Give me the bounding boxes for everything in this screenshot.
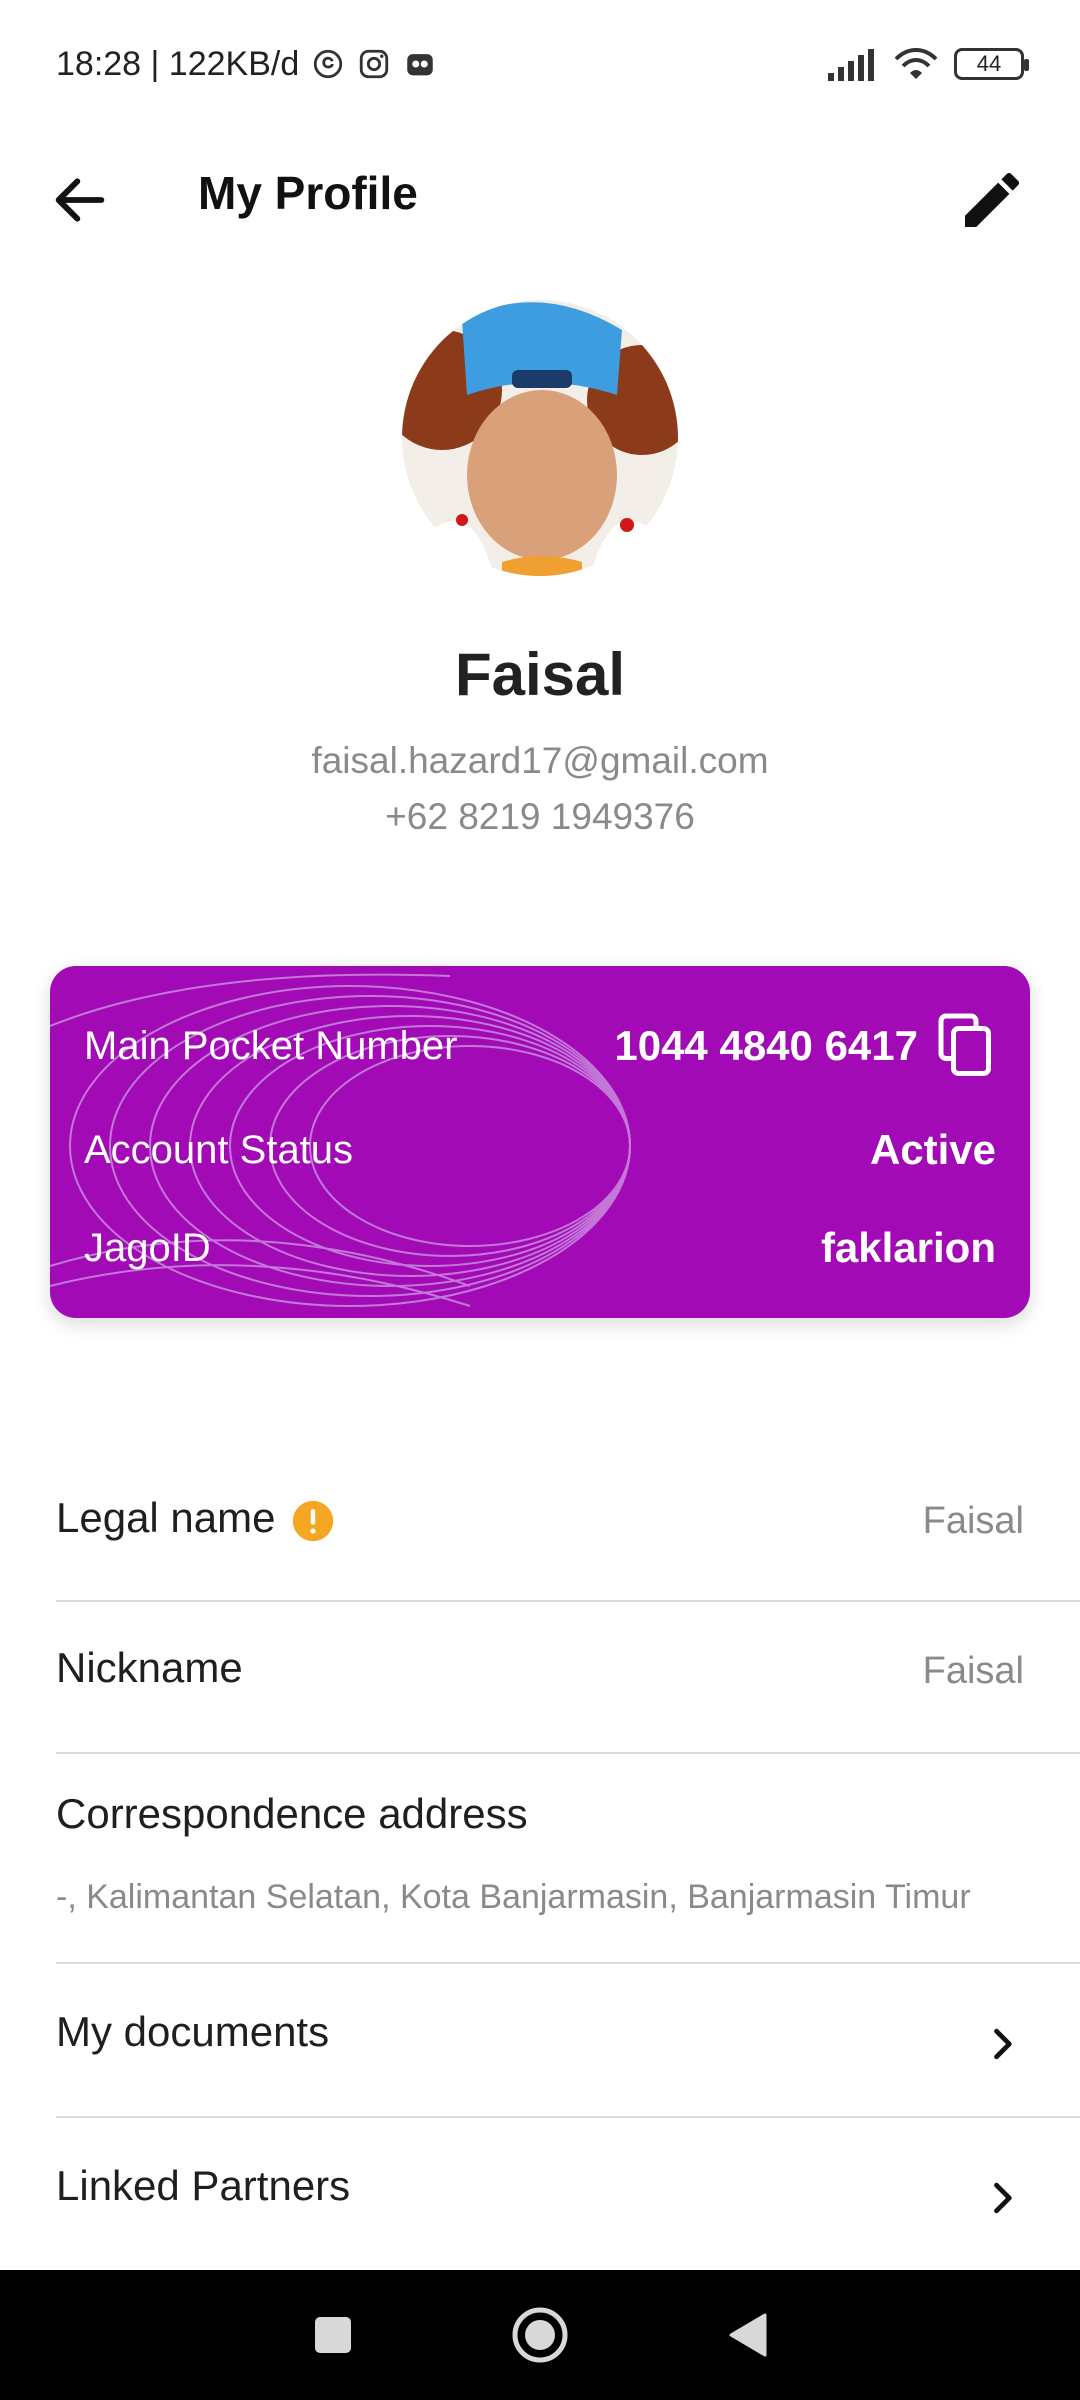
wifi-icon xyxy=(894,48,938,79)
chevron-right-icon xyxy=(994,2028,1012,2060)
legal-name-row[interactable]: Legal name Faisal xyxy=(56,1452,1080,1602)
battery-icon: 44 xyxy=(954,48,1029,80)
legal-name-label-wrap: Legal name xyxy=(56,1494,335,1543)
address-row[interactable]: Correspondence address -, Kalimantan Sel… xyxy=(56,1754,1080,1964)
home-button[interactable] xyxy=(510,2305,570,2365)
system-nav-bar xyxy=(0,2270,1080,2400)
instagram-icon xyxy=(360,49,389,79)
warning-icon[interactable] xyxy=(291,1499,335,1543)
linked-partners-row[interactable]: Linked Partners xyxy=(56,2118,1080,2270)
nickname-row[interactable]: Nickname Faisal xyxy=(56,1602,1080,1754)
address-label: Correspondence address xyxy=(56,1790,528,1837)
app-notification-icon xyxy=(407,54,433,76)
profile-name: Faisal xyxy=(454,641,626,708)
square-icon xyxy=(315,2317,352,2353)
profile-email: faisal.hazard17@gmail.com xyxy=(311,740,769,781)
account-status-label: Account Status xyxy=(84,1127,354,1172)
linked-partners-label: Linked Partners xyxy=(56,2162,351,2209)
battery-tip xyxy=(1024,59,1029,71)
pocket-number-value: 1044 4840 6417 xyxy=(614,1013,996,1079)
pencil-icon[interactable] xyxy=(956,164,1028,236)
my-documents-row[interactable]: My documents xyxy=(56,1964,1080,2118)
account-status-value: Active xyxy=(869,1126,996,1173)
page-title: My Profile xyxy=(198,167,418,219)
jagoid-value: faklarion xyxy=(820,1224,996,1271)
status-bar: 18:28 | 122KB/d 44 xyxy=(0,0,1080,128)
chevron-right-icon xyxy=(994,2182,1012,2214)
card-row-jagoid: JagoID faklarion xyxy=(84,1218,996,1278)
battery-level: 44 xyxy=(976,51,1002,76)
avatar[interactable] xyxy=(402,300,678,576)
address-value: -, Kalimantan Selatan, Kota Banjarmasin,… xyxy=(56,1878,971,1916)
pocket-number-label: Main Pocket Number xyxy=(84,1023,458,1068)
back-button[interactable] xyxy=(717,2305,777,2365)
recents-button[interactable] xyxy=(303,2305,363,2365)
triangle-back-icon xyxy=(729,2313,767,2357)
status-right: 44 xyxy=(828,47,1029,81)
nickname-value: Faisal xyxy=(922,1650,1024,1692)
legal-name-value: Faisal xyxy=(922,1500,1024,1542)
avatar-image xyxy=(402,300,678,576)
account-card: Main Pocket Number 1044 4840 6417 Accoun… xyxy=(50,966,1030,1318)
threads-icon xyxy=(314,49,343,79)
nickname-label: Nickname xyxy=(56,1644,243,1691)
pocket-number-text: 1044 4840 6417 xyxy=(614,1022,918,1069)
card-row-account-status: Account Status Active xyxy=(84,1120,996,1180)
my-documents-label: My documents xyxy=(56,2008,330,2055)
signal-icon xyxy=(828,49,874,81)
status-left: 18:28 | 122KB/d xyxy=(56,45,437,84)
circle-home-icon xyxy=(512,2307,568,2363)
back-arrow-icon[interactable] xyxy=(48,168,112,232)
jagoid-label: JagoID xyxy=(84,1225,211,1270)
card-row-pocket-number: Main Pocket Number 1044 4840 6417 xyxy=(84,1013,996,1079)
profile-screen: 18:28 | 122KB/d 44 My Profile Faisal fai… xyxy=(0,0,1080,2400)
status-time: 18:28 | 122KB/d xyxy=(56,44,300,83)
legal-name-label: Legal name xyxy=(56,1494,276,1541)
profile-phone: +62 8219 1949376 xyxy=(385,796,695,837)
app-bar: My Profile xyxy=(0,128,1080,278)
copy-icon[interactable] xyxy=(936,1013,996,1079)
